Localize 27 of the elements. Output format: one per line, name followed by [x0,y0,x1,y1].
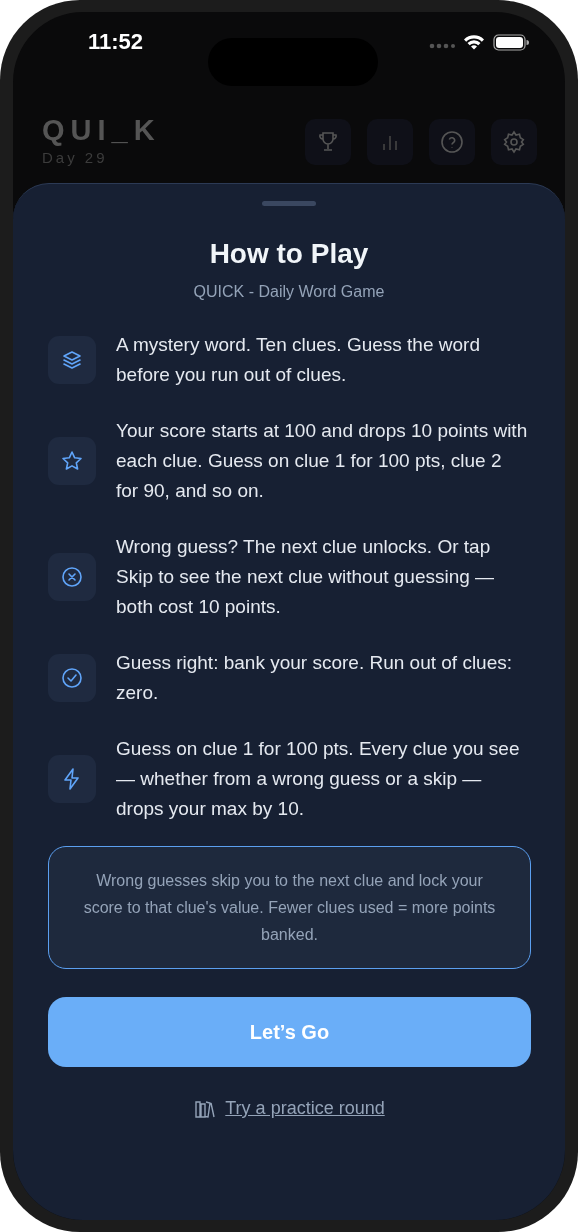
rule-text: Wrong guess? The next clue unlocks. Or tap Skip to see the next clue without guessing — both cost 10 points. [116,535,496,619]
tip-text: Wrong guesses skip you to the next clue and lock your score to that clue's value. Fewer clues used = more points banked. [48,846,531,969]
wifi-icon [463,34,485,50]
sheet-grabber[interactable] [262,201,316,206]
rule-text: Guess right: bank your score. Run out of clues: zero. [116,651,514,705]
sheet-subtitle: QUICK - Daily Word Game [192,283,386,301]
rule-text: A mystery word. Ten clues. Guess the word before you run out of clues. [116,333,481,387]
sheet-title: How to Play [208,237,370,271]
trophy-icon [316,130,340,154]
practice-round-link[interactable]: Try a practice round [225,1098,385,1119]
books-icon [194,1099,217,1118]
rule-text: Your score starts at 100 and drops 10 points with each clue. Guess on clue 1 for 100 pts, clue 2 for 90, and so on. [116,419,528,503]
status-time: 11:52 [88,29,144,55]
app-title: QUI_K [42,114,161,146]
bolt-icon [48,755,96,803]
trophy-button[interactable] [305,119,351,165]
settings-button[interactable] [491,119,537,165]
layers-icon [48,336,96,384]
stats-button[interactable] [367,119,413,165]
check-icon [48,654,96,702]
help-button[interactable] [429,119,475,165]
settings-icon [502,130,526,154]
signal-icon [429,43,455,49]
battery-icon [493,33,529,51]
help-icon [440,130,464,154]
rule-text: Guess on clue 1 for 100 pts. Every clue you see — whether from a wrong guess or a skip — drops your max by 10. [116,737,521,821]
cross-icon [48,553,96,601]
